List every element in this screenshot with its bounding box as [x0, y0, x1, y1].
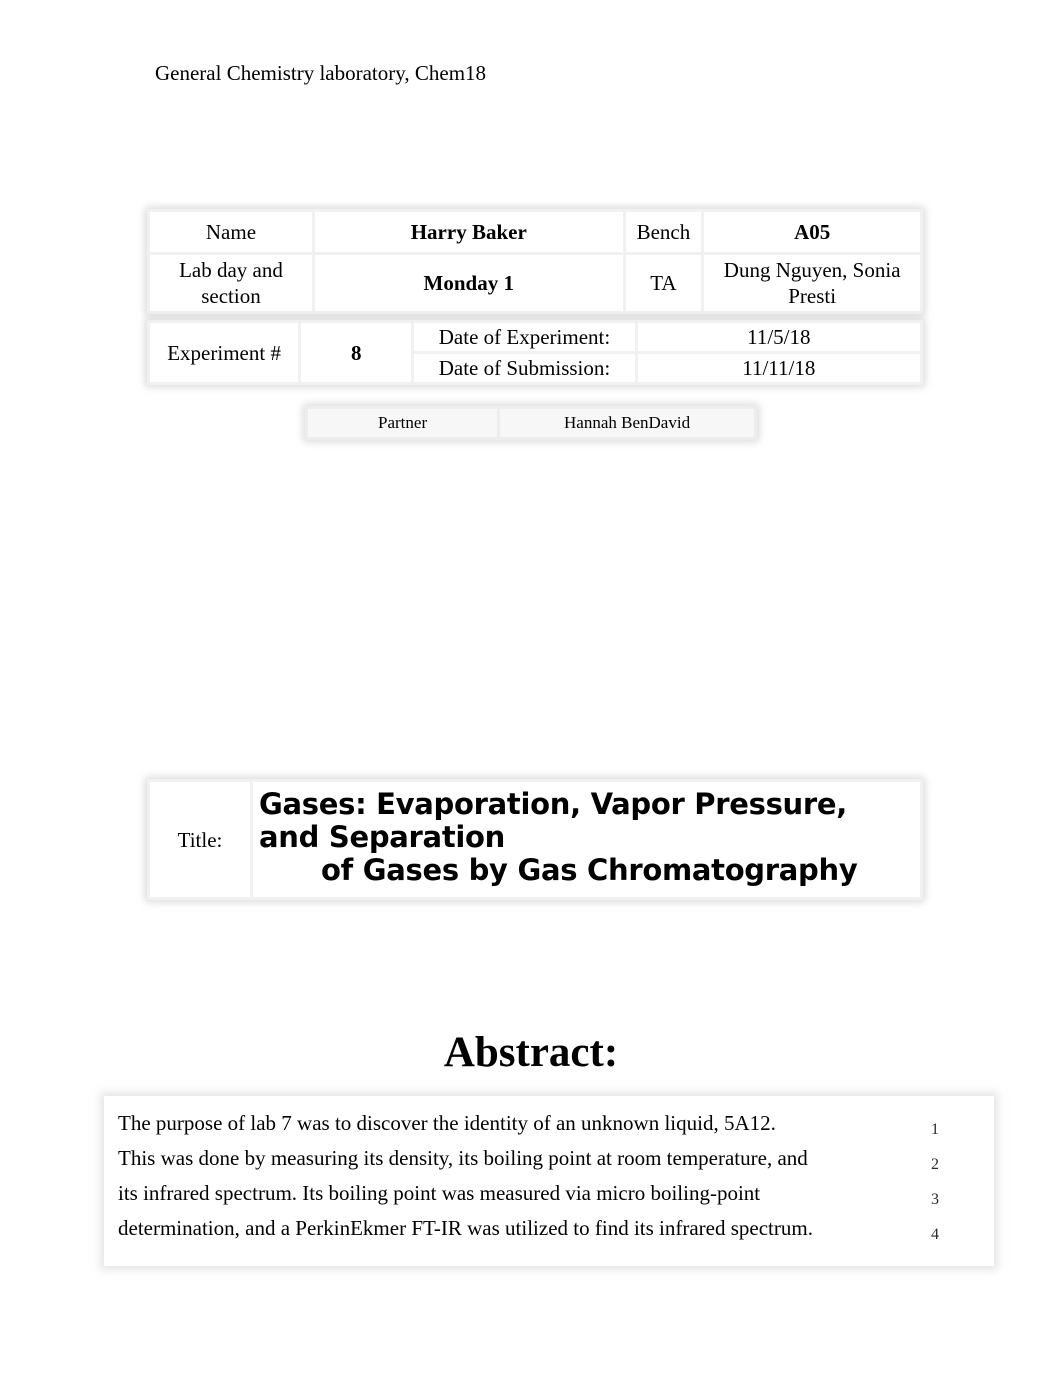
abstract-block: The purpose of lab 7 was to discover the…: [104, 1096, 994, 1266]
ta-value: Dung Nguyen, Sonia Presti: [704, 255, 920, 311]
line-number: 2: [931, 1156, 939, 1173]
date-of-experiment-value: 11/5/18: [637, 323, 920, 351]
table-row: Name Harry Baker Bench A05: [150, 212, 920, 252]
report-title: Gases: Evaporation, Vapor Pressure, and …: [259, 788, 910, 887]
abstract-line: This was done by measuring its density, …: [118, 1146, 808, 1170]
table-row: Experiment # 8 Date of Experiment: 11/5/…: [150, 323, 920, 382]
abstract-text: The purpose of lab 7 was to discover the…: [118, 1106, 838, 1246]
table-row: Lab day and section Monday 1 TA Dung Ngu…: [150, 255, 920, 311]
title-line-2: of Gases by Gas Chromatography: [321, 853, 858, 887]
line-number: 1: [931, 1121, 939, 1138]
name-value: Harry Baker: [314, 212, 623, 252]
abstract-line: its infrared spectrum. Its boiling point…: [118, 1181, 761, 1205]
partner-value: Hannah BenDavid: [500, 409, 754, 437]
report-title-table: Title: Gases: Evaporation, Vapor Pressur…: [147, 779, 923, 900]
table-row: Title: Gases: Evaporation, Vapor Pressur…: [150, 782, 920, 897]
title-value-cell: Gases: Evaporation, Vapor Pressure, and …: [253, 782, 920, 897]
experiment-number-label: Experiment #: [150, 323, 299, 382]
lab-section-label: Lab day and section: [150, 255, 312, 311]
page-header-course: General Chemistry laboratory, Chem18: [155, 61, 487, 85]
line-number: 3: [931, 1191, 939, 1208]
bench-value: A05: [704, 212, 920, 252]
name-label: Name: [150, 212, 312, 252]
line-number-column: 1 2 3 4: [924, 1112, 946, 1252]
line-number: 4: [931, 1226, 939, 1243]
table-row: Partner Hannah BenDavid: [308, 409, 754, 437]
title-label: Title:: [150, 782, 250, 897]
date-of-submission-value: 11/11/18: [637, 354, 920, 382]
experiment-info-table: Experiment # 8 Date of Experiment: 11/5/…: [147, 320, 923, 385]
student-info-table: Name Harry Baker Bench A05 Lab day and s…: [147, 209, 923, 314]
date-of-submission-label: Date of Submission:: [414, 354, 635, 382]
abstract-heading: Abstract:: [443, 1029, 619, 1076]
title-line-1: Gases: Evaporation, Vapor Pressure, and …: [259, 787, 847, 854]
partner-table: Partner Hannah BenDavid: [305, 406, 757, 440]
ta-label: TA: [625, 255, 702, 311]
abstract-line: The purpose of lab 7 was to discover the…: [118, 1111, 776, 1135]
abstract-line: determination, and a PerkinEkmer FT-IR w…: [118, 1216, 813, 1240]
bench-label: Bench: [625, 212, 702, 252]
partner-label: Partner: [308, 409, 498, 437]
date-of-experiment-label: Date of Experiment:: [414, 323, 635, 351]
experiment-number-value: 8: [301, 323, 412, 382]
lab-section-value: Monday 1: [314, 255, 623, 311]
